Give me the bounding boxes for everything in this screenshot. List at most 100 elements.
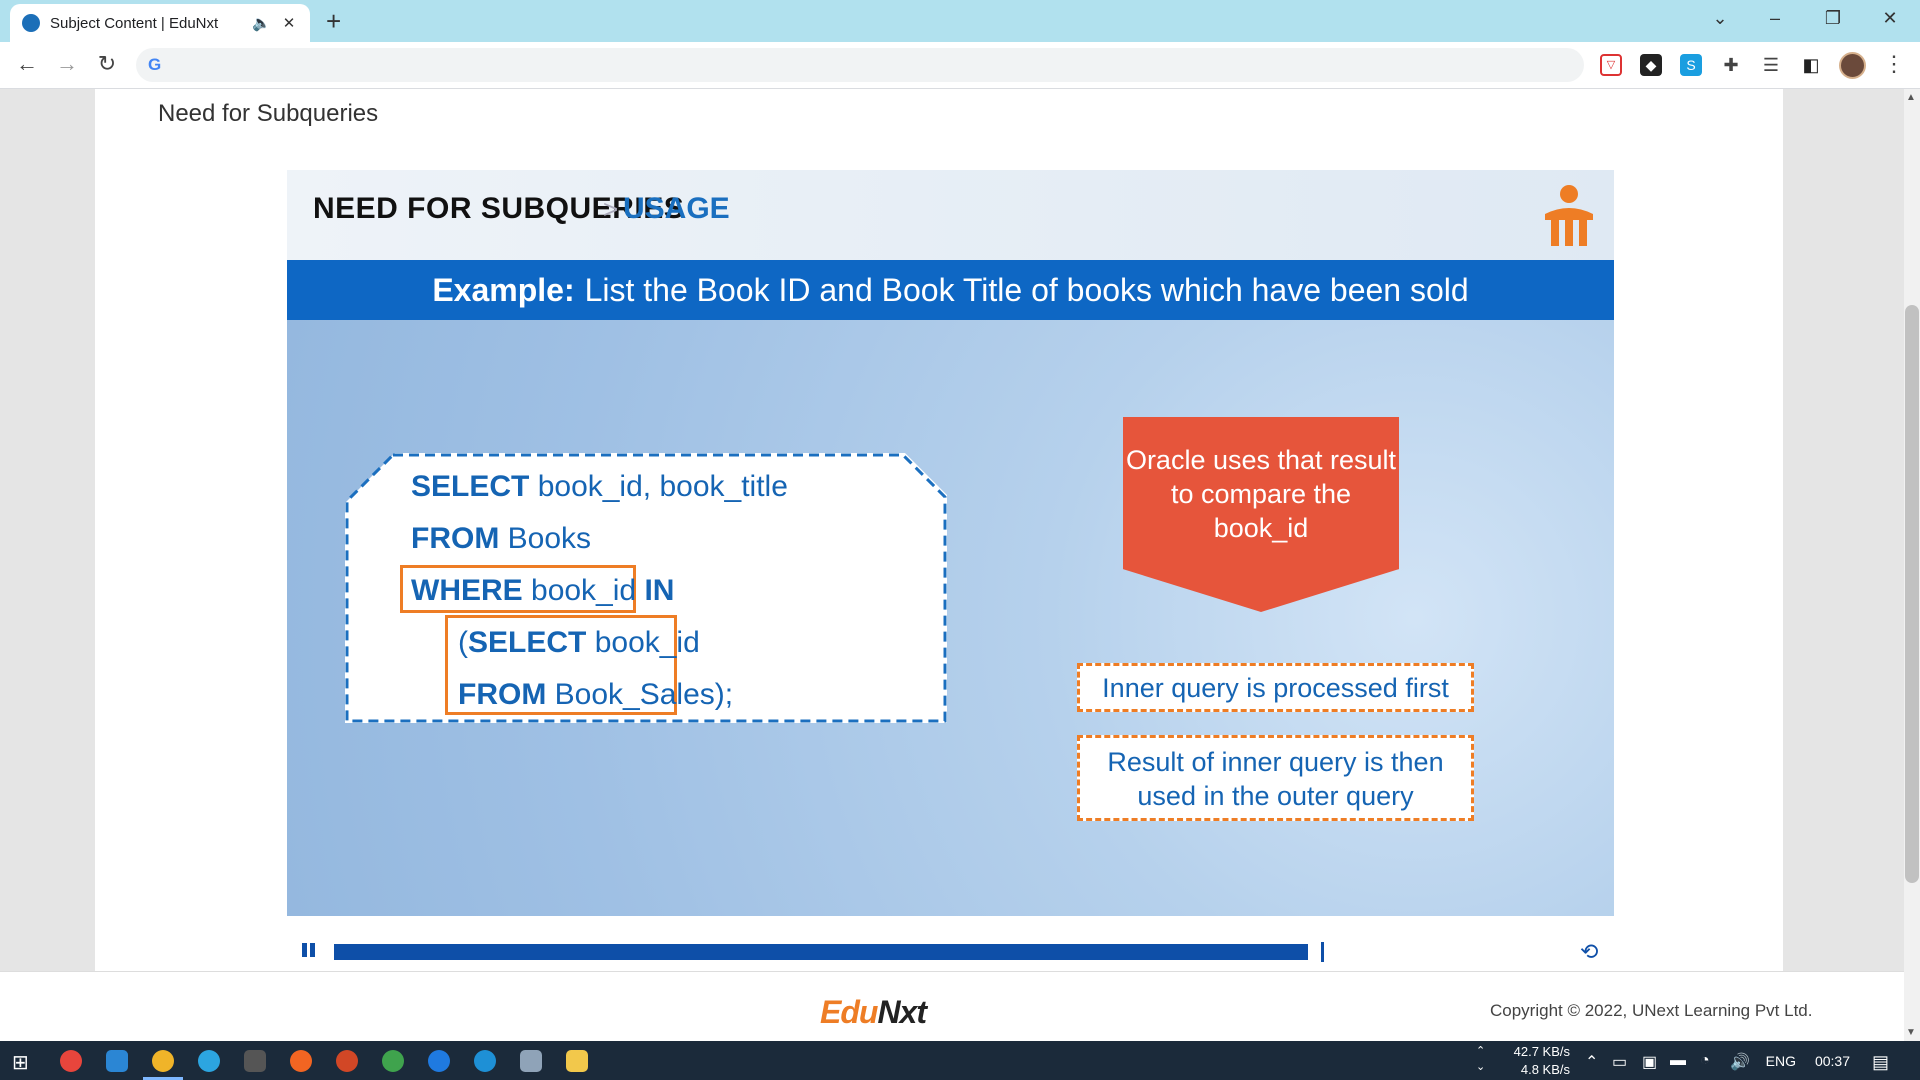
- sql-inner-column: book_id: [586, 626, 700, 659]
- google-g-icon: G: [148, 55, 162, 74]
- edunxt-favicon-icon: [22, 14, 40, 32]
- vscode-taskbar-icon[interactable]: [106, 1050, 128, 1072]
- video-progress-end-marker: [1321, 942, 1324, 962]
- speaker-icon[interactable]: 🔈: [252, 14, 271, 32]
- wifi-icon[interactable]: ◔: [1700, 1052, 1710, 1070]
- note-result-used: Result of inner query is then used in th…: [1077, 735, 1474, 821]
- profile-avatar[interactable]: [1839, 52, 1866, 79]
- manipal-logo-icon: [1545, 185, 1593, 246]
- chrome-active-taskbar-icon[interactable]: [152, 1050, 174, 1072]
- telegram-taskbar-icon[interactable]: [198, 1050, 220, 1072]
- close-icon[interactable]: ✕: [280, 14, 298, 32]
- minimize-button[interactable]: –: [1755, 8, 1795, 29]
- slide-breadcrumb-separator: >: [603, 194, 619, 224]
- sql-inner-keyword-select: SELECT: [468, 626, 587, 659]
- powerpoint-taskbar-icon[interactable]: [336, 1050, 358, 1072]
- pause-button[interactable]: [302, 943, 318, 959]
- example-text: List the Book ID and Book Title of books…: [584, 271, 1469, 308]
- sql-open-paren: (: [458, 626, 468, 659]
- page-title: Need for Subqueries: [158, 100, 379, 127]
- callout-line-3: book_id: [1213, 513, 1309, 543]
- volume-icon[interactable]: 🔊: [1730, 1052, 1750, 1072]
- vpn-taskbar-icon[interactable]: [382, 1050, 404, 1072]
- windows-taskbar: [0, 1041, 1920, 1080]
- scrollbar-thumb[interactable]: [1905, 305, 1919, 883]
- edunxt-logo[interactable]: EduNxt: [820, 994, 927, 1031]
- chrome-taskbar-icon[interactable]: [60, 1050, 82, 1072]
- sql-select-columns: book_id, book_title: [529, 470, 788, 503]
- side-panel-icon[interactable]: ◧: [1800, 54, 1822, 76]
- note-result-line-1: Result of inner query is then: [1107, 747, 1444, 777]
- sql-inner-keyword-from: FROM: [458, 678, 547, 711]
- note-inner-first: Inner query is processed first: [1077, 663, 1474, 712]
- notifications-icon[interactable]: ▤: [1872, 1052, 1889, 1073]
- sql-where-column: book_id: [522, 574, 645, 607]
- maximize-button[interactable]: ❐: [1813, 8, 1853, 29]
- close-window-button[interactable]: ✕: [1870, 8, 1910, 29]
- logo-n: N: [877, 994, 900, 1030]
- s-extension-icon[interactable]: S: [1680, 54, 1702, 76]
- desktop-icon[interactable]: ▭: [1612, 1052, 1627, 1072]
- edge-taskbar-icon[interactable]: [474, 1050, 496, 1072]
- sql-from-table: Books: [499, 522, 592, 555]
- example-label: Example:: [432, 271, 575, 308]
- sql-keyword-select: SELECT: [411, 470, 530, 503]
- pocket-extension-icon[interactable]: ▽: [1600, 54, 1622, 76]
- browser-taskbar-icon[interactable]: [428, 1050, 450, 1072]
- postman-taskbar-icon[interactable]: [290, 1050, 312, 1072]
- pause-bar-right: [310, 943, 315, 957]
- sql-keyword-where: WHERE: [411, 574, 523, 607]
- windows-start-icon[interactable]: ⊞: [12, 1050, 29, 1075]
- pen-app-taskbar-icon[interactable]: [244, 1050, 266, 1072]
- media-queue-icon[interactable]: ☰: [1760, 54, 1782, 76]
- net-download-speed: 4.8 KB/s: [1520, 1062, 1570, 1077]
- tab-subject-content[interactable]: Subject Content | EduNxt 🔈 ✕: [10, 4, 310, 42]
- scroll-up-arrow-icon[interactable]: ▲: [1906, 92, 1916, 103]
- browser-toolbar: ← → ↻ G ▽ ◆ S ✚ ☰ ◧ ⋮: [0, 42, 1920, 89]
- scroll-down-arrow-icon[interactable]: ▼: [1906, 1027, 1916, 1038]
- pause-bar-left: [302, 943, 307, 957]
- sql-inner-table: Book_Sales);: [546, 678, 734, 711]
- tab-strip: Subject Content | EduNxt 🔈 ✕ + ⌄ – ❐ ✕: [0, 0, 1920, 42]
- replay-icon[interactable]: ⟲: [1580, 939, 1598, 965]
- oracle-callout: Oracle uses that result to compare the b…: [1123, 417, 1399, 612]
- net-up-arrow-icon: ⌃: [1476, 1045, 1486, 1057]
- file-explorer-taskbar-icon[interactable]: [566, 1050, 588, 1072]
- note-inner-first-text: Inner query is processed first: [1102, 673, 1449, 703]
- sql-keyword-in: IN: [644, 574, 675, 607]
- sql-line-select: SELECT book_id, book_title: [411, 470, 788, 504]
- net-upload-speed: 42.7 KB/s: [1513, 1044, 1570, 1059]
- show-hidden-icons-chevron-icon[interactable]: ⌃: [1585, 1052, 1598, 1072]
- tab-search-chevron-icon[interactable]: ⌄: [1700, 8, 1740, 29]
- note-result-line-2: used in the outer query: [1137, 781, 1414, 811]
- sql-line-from: FROM Books: [411, 522, 591, 556]
- photos-taskbar-icon[interactable]: [520, 1050, 542, 1072]
- back-button[interactable]: ←: [12, 51, 42, 77]
- logo-xt: xt: [899, 994, 927, 1030]
- new-tab-button[interactable]: +: [326, 8, 341, 34]
- reload-button[interactable]: ↻: [92, 51, 122, 77]
- logo-edu: Edu: [820, 994, 878, 1030]
- example-banner: Example: List the Book ID and Book Title…: [287, 260, 1614, 320]
- sql-line-inner-select: (SELECT book_id: [458, 626, 700, 660]
- tab-title: Subject Content | EduNxt: [50, 14, 219, 32]
- extensions-puzzle-icon[interactable]: ✚: [1720, 54, 1742, 76]
- forward-button[interactable]: →: [52, 51, 82, 77]
- clock[interactable]: 00:37: [1800, 1053, 1850, 1069]
- video-slide[interactable]: NEED FOR SUBQUERIES > USAGE Example: Lis…: [287, 170, 1614, 916]
- menu-kebab-icon[interactable]: ⋮: [1883, 51, 1905, 77]
- callout-line-2: to compare the: [1170, 479, 1352, 509]
- slide-breadcrumb-sub: USAGE: [623, 192, 730, 225]
- sql-line-where: WHERE book_id IN: [411, 574, 674, 608]
- address-bar[interactable]: G: [136, 48, 1584, 82]
- meet-now-icon[interactable]: ▣: [1642, 1052, 1657, 1072]
- net-down-arrow-icon: ⌄: [1476, 1061, 1486, 1073]
- battery-icon[interactable]: ▬: [1670, 1052, 1686, 1070]
- video-progress-bar[interactable]: [334, 944, 1308, 960]
- stealth-extension-icon[interactable]: ◆: [1640, 54, 1662, 76]
- copyright-text: Copyright © 2022, UNext Learning Pvt Ltd…: [1490, 1001, 1813, 1020]
- sql-keyword-from: FROM: [411, 522, 500, 555]
- language-indicator[interactable]: ENG: [1756, 1053, 1796, 1069]
- callout-line-1: Oracle uses that result: [1125, 445, 1397, 475]
- sql-line-inner-from: FROM Book_Sales);: [458, 678, 733, 712]
